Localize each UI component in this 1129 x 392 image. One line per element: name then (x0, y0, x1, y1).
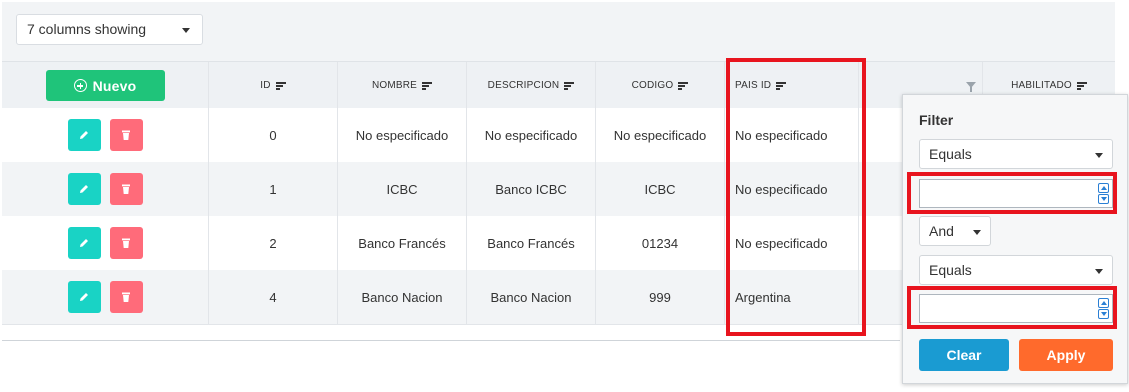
row-actions (2, 216, 209, 270)
edit-button[interactable] (67, 119, 101, 151)
join-select[interactable]: And (919, 216, 991, 246)
sort-icon[interactable] (422, 81, 433, 90)
condition2-value: Equals (929, 262, 972, 278)
header-nombre[interactable]: NOMBRE (338, 62, 467, 109)
cell-id: 1 (209, 162, 338, 216)
edit-button[interactable] (67, 173, 101, 205)
delete-button[interactable] (109, 173, 143, 205)
cell-nombre: ICBC (338, 162, 467, 216)
delete-button[interactable] (109, 119, 143, 151)
chevron-down-icon (973, 230, 981, 235)
columns-select[interactable]: 7 columns showing (16, 14, 203, 45)
filter-icon[interactable] (966, 82, 976, 92)
nuevo-label: Nuevo (92, 77, 137, 94)
header-id[interactable]: ID (209, 62, 338, 109)
chevron-down-icon (1095, 153, 1103, 158)
row-actions (2, 270, 209, 324)
header-actions-cell: Nuevo (2, 62, 209, 109)
cell-codigo: 01234 (596, 216, 725, 270)
header-descripcion[interactable]: DESCRIPCION (467, 62, 596, 109)
cell-codigo: ICBC (596, 162, 725, 216)
delete-button[interactable] (109, 281, 143, 313)
trash-icon (122, 238, 130, 248)
condition1-value: Equals (929, 146, 972, 162)
edit-button[interactable] (67, 227, 101, 259)
header-codigo-label: CODIGO (631, 80, 674, 91)
nuevo-button[interactable]: Nuevo (45, 70, 165, 101)
apply-button[interactable]: Apply (1019, 339, 1113, 371)
add-circle-icon (73, 79, 87, 92)
cell-descripcion: Banco Nacion (467, 270, 596, 324)
join-value: And (929, 223, 954, 239)
sort-icon[interactable] (564, 81, 575, 90)
cell-id: 2 (209, 216, 338, 270)
header-id-label: ID (260, 80, 271, 91)
cell-codigo: No especificado (596, 108, 725, 162)
sort-icon[interactable] (1076, 81, 1087, 90)
cell-nombre: Banco Francés (338, 216, 467, 270)
header-nombre-label: NOMBRE (371, 80, 418, 91)
pencil-icon (80, 239, 88, 247)
cell-descripcion: No especificado (467, 108, 596, 162)
condition2-select[interactable]: Equals (919, 255, 1113, 285)
pencil-icon (80, 185, 88, 193)
highlight-value2-input (907, 286, 1117, 329)
cell-nombre: No especificado (338, 108, 467, 162)
cell-descripcion: Banco Francés (467, 216, 596, 270)
cell-id: 4 (209, 270, 338, 324)
divider (2, 340, 900, 341)
sort-icon[interactable] (678, 81, 689, 90)
trash-icon (122, 184, 130, 194)
highlight-pais-id-column (726, 58, 866, 336)
sort-icon[interactable] (275, 81, 286, 90)
pencil-icon (80, 131, 88, 139)
row-actions (2, 162, 209, 216)
header-codigo[interactable]: CODIGO (596, 62, 725, 109)
header-descripcion-label: DESCRIPCION (487, 80, 560, 91)
header-habilitado-label: HABILITADO (1011, 80, 1072, 91)
trash-icon (122, 292, 130, 302)
cell-descripcion: Banco ICBC (467, 162, 596, 216)
trash-icon (122, 130, 130, 140)
row-actions (2, 108, 209, 162)
filter-popup: Filter Equals And Equals Clear Apply (902, 94, 1128, 384)
delete-button[interactable] (109, 227, 143, 259)
cell-nombre: Banco Nacion (338, 270, 467, 324)
highlight-value1-input (907, 172, 1117, 214)
cell-codigo: 999 (596, 270, 725, 324)
filter-title: Filter (919, 112, 954, 128)
clear-button[interactable]: Clear (919, 339, 1009, 371)
condition1-select[interactable]: Equals (919, 139, 1113, 169)
pencil-icon (80, 293, 88, 301)
chevron-down-icon (1095, 269, 1103, 274)
cell-id: 0 (209, 108, 338, 162)
columns-select-label: 7 columns showing (27, 21, 147, 37)
chevron-down-icon (182, 28, 190, 33)
edit-button[interactable] (67, 281, 101, 313)
